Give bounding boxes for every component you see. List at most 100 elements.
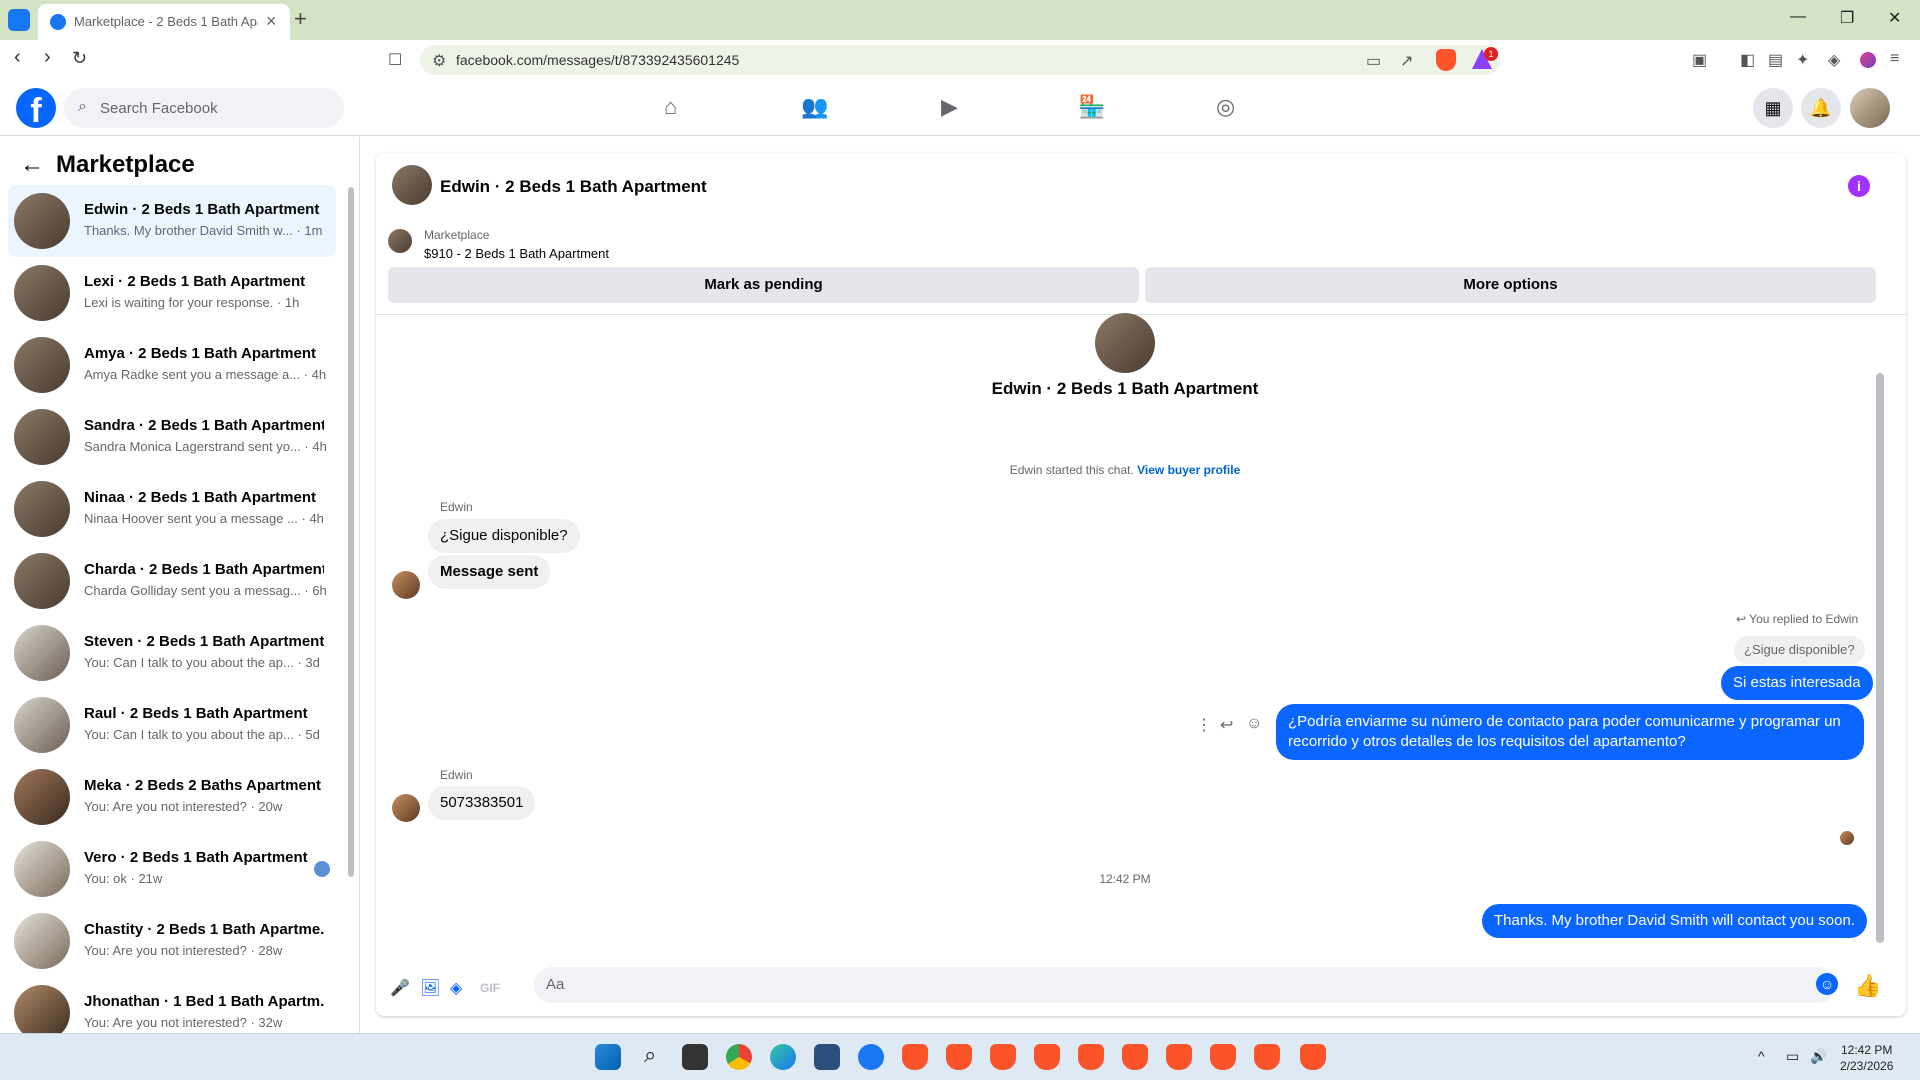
marketplace-icon[interactable]: 🏪 xyxy=(1078,94,1105,120)
close-window-icon[interactable]: ✕ xyxy=(1888,8,1901,28)
chat-panel: Edwin · 2 Beds 1 Bath Apartment i Market… xyxy=(376,153,1906,1016)
cast-icon[interactable]: ▭ xyxy=(1366,51,1381,71)
search-icon[interactable]: ⌕ xyxy=(644,1042,656,1068)
message-input[interactable]: Aa xyxy=(534,967,1836,1003)
incoming-message[interactable]: Message sent xyxy=(428,555,551,589)
contact-avatar[interactable] xyxy=(1095,313,1155,373)
sidebar-scrollbar[interactable] xyxy=(348,187,354,877)
conversation-item[interactable]: Chastity · 2 Beds 1 Bath Apartme... You:… xyxy=(8,905,336,977)
conversation-item[interactable]: Ninaa · 2 Beds 1 Bath Apartment Ninaa Ho… xyxy=(8,473,336,545)
video-icon[interactable]: ▶ xyxy=(941,94,958,120)
incoming-message[interactable]: ¿Sigue disponible? xyxy=(428,519,580,553)
chrome-icon[interactable] xyxy=(726,1044,752,1070)
brave-icon[interactable] xyxy=(1034,1044,1060,1070)
menu-icon[interactable]: ≡ xyxy=(1890,50,1899,68)
microphone-icon[interactable]: 🎤 xyxy=(390,978,410,998)
restore-icon[interactable]: ❐ xyxy=(1840,8,1854,28)
new-tab-icon[interactable]: + xyxy=(294,6,307,32)
conversation-item[interactable]: Raul · 2 Beds 1 Bath Apartment You: Can … xyxy=(8,689,336,761)
facebook-icon[interactable] xyxy=(858,1044,884,1070)
conversation-thumbnail xyxy=(14,409,70,465)
menu-grid-icon[interactable]: ▦ xyxy=(1753,88,1793,128)
brave-icon[interactable] xyxy=(1300,1044,1326,1070)
account-avatar[interactable] xyxy=(1850,88,1890,128)
tab-search-icon[interactable]: ▣ xyxy=(1692,50,1707,70)
outgoing-message[interactable]: ¿Podría enviarme su número de contacto p… xyxy=(1276,704,1864,760)
chat-header-thumbnail[interactable] xyxy=(392,165,432,205)
forward-icon[interactable]: › xyxy=(44,46,51,69)
conversation-item[interactable]: Charda · 2 Beds 1 Bath Apartment Charda … xyxy=(8,545,336,617)
task-view-icon[interactable] xyxy=(682,1044,708,1070)
wallet-icon[interactable]: ▤ xyxy=(1768,50,1783,70)
minimize-icon[interactable]: — xyxy=(1790,8,1806,26)
emoji-icon[interactable]: ☺ xyxy=(1816,973,1838,995)
start-icon[interactable] xyxy=(595,1044,621,1070)
conversation-item[interactable]: Amya · 2 Beds 1 Bath Apartment Amya Radk… xyxy=(8,329,336,401)
home-icon[interactable]: ⌂ xyxy=(664,94,677,120)
facebook-logo-icon[interactable]: f xyxy=(16,88,56,130)
share-icon[interactable]: ↗ xyxy=(1400,51,1413,71)
system-clock[interactable]: 12:42 PM 2/23/2026 xyxy=(1840,1042,1893,1074)
more-actions-icon[interactable]: ⋮ xyxy=(1196,715,1212,735)
tab-close-icon[interactable]: × xyxy=(266,11,277,32)
volume-icon[interactable]: 🔊 xyxy=(1810,1048,1827,1065)
groups-icon[interactable]: ◎ xyxy=(1216,94,1235,120)
conversation-item[interactable]: Steven · 2 Beds 1 Bath Apartment You: Ca… xyxy=(8,617,336,689)
reply-quote[interactable]: ¿Sigue disponible? xyxy=(1734,636,1865,664)
incoming-message[interactable]: 5073383501 xyxy=(428,786,536,820)
view-buyer-profile-link[interactable]: View buyer profile xyxy=(1137,463,1240,477)
brave-icon[interactable] xyxy=(1210,1044,1236,1070)
conversation-item[interactable]: Edwin · 2 Beds 1 Bath Apartment Thanks. … xyxy=(8,185,336,257)
brave-shields-icon[interactable] xyxy=(1436,49,1456,71)
reload-icon[interactable]: ↻ xyxy=(72,48,87,69)
listing-thumbnail[interactable] xyxy=(388,229,412,253)
friends-icon[interactable]: 👥 xyxy=(801,94,828,120)
browser-tab[interactable]: Marketplace - 2 Beds 1 Bath Apartme... × xyxy=(38,4,290,40)
brave-icon[interactable] xyxy=(990,1044,1016,1070)
gif-icon[interactable]: GIF xyxy=(480,981,500,995)
brave-icon[interactable] xyxy=(1122,1044,1148,1070)
network-icon[interactable]: ▭ xyxy=(1786,1048,1799,1065)
app-icon[interactable] xyxy=(814,1044,840,1070)
reply-arrow-icon: ↩ xyxy=(1736,612,1750,626)
address-bar[interactable]: ⚙ facebook.com/messages/t/87339243560124… xyxy=(420,45,1500,75)
header-divider xyxy=(376,314,1906,315)
listing-title[interactable]: $910 - 2 Beds 1 Bath Apartment xyxy=(424,246,609,261)
more-options-button[interactable]: More options xyxy=(1145,267,1876,303)
leo-ai-icon[interactable]: ✦ xyxy=(1796,50,1809,70)
thumbs-up-icon[interactable]: 👍 xyxy=(1854,973,1881,999)
vpn-icon[interactable]: ◈ xyxy=(1828,50,1840,70)
sidebar-icon[interactable]: ◧ xyxy=(1740,50,1755,70)
sticker-icon[interactable]: ◈ xyxy=(450,978,462,998)
brave-icon[interactable] xyxy=(1078,1044,1104,1070)
react-emoji-icon[interactable]: ☺ xyxy=(1246,715,1262,733)
edge-icon[interactable] xyxy=(770,1044,796,1070)
conversation-item[interactable]: Jhonathan · 1 Bed 1 Bath Apartm... You: … xyxy=(8,977,336,1033)
back-icon[interactable]: ‹ xyxy=(14,46,21,69)
conversation-item[interactable]: Meka · 2 Beds 2 Baths Apartment You: Are… xyxy=(8,761,336,833)
site-settings-icon[interactable]: ⚙ xyxy=(432,51,446,71)
outgoing-message[interactable]: Si estas interesada xyxy=(1721,666,1873,700)
brave-icon[interactable] xyxy=(1166,1044,1192,1070)
brave-icon[interactable] xyxy=(1254,1044,1280,1070)
mark-as-pending-button[interactable]: Mark as pending xyxy=(388,267,1139,303)
reply-icon[interactable]: ↩ xyxy=(1220,715,1233,735)
info-icon[interactable]: i xyxy=(1848,175,1870,197)
conversation-item[interactable]: Sandra · 2 Beds 1 Bath Apartment Sandra … xyxy=(8,401,336,473)
bookmark-icon[interactable]: ☐ xyxy=(388,50,402,70)
conversation-item[interactable]: Vero · 2 Beds 1 Bath Apartment You: ok ·… xyxy=(8,833,336,905)
brave-icon[interactable] xyxy=(902,1044,928,1070)
photo-icon[interactable]: 🖼 xyxy=(420,978,440,998)
tray-overflow-icon[interactable]: ^ xyxy=(1758,1048,1765,1064)
notifications-bell-icon[interactable]: 🔔 xyxy=(1801,88,1841,128)
extension-icon[interactable] xyxy=(1860,52,1876,68)
back-arrow-icon[interactable]: ← xyxy=(20,151,44,179)
conversation-item[interactable]: Lexi · 2 Beds 1 Bath Apartment Lexi is w… xyxy=(8,257,336,329)
chat-title[interactable]: Edwin · 2 Beds 1 Bath Apartment xyxy=(440,177,707,197)
brave-icon[interactable] xyxy=(946,1044,972,1070)
browser-menu-icon[interactable] xyxy=(8,9,30,31)
chat-scrollbar[interactable] xyxy=(1876,373,1884,943)
conversation-thumbnail xyxy=(14,913,70,969)
outgoing-message[interactable]: Thanks. My brother David Smith will cont… xyxy=(1482,904,1867,938)
search-input[interactable]: ⌕ Search Facebook xyxy=(64,88,344,128)
